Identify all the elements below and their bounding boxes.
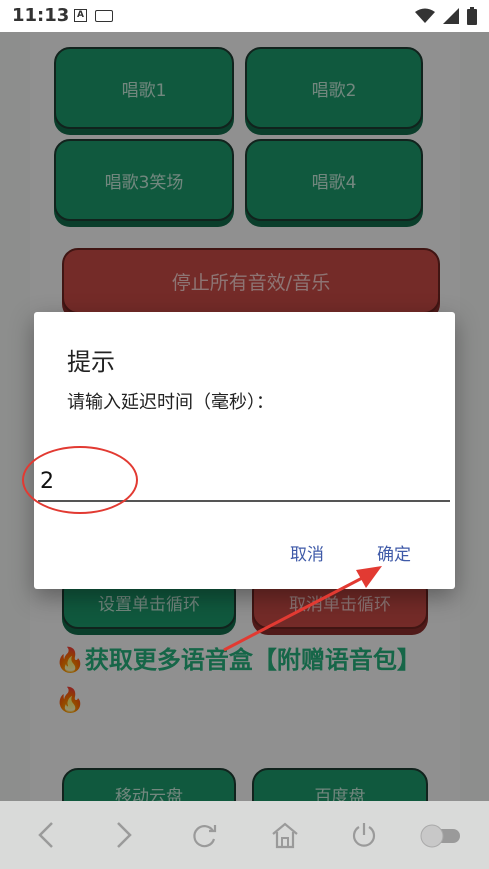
nav-bar: [0, 801, 489, 869]
refresh-icon[interactable]: [187, 817, 223, 853]
toggle-switch[interactable]: [418, 817, 462, 853]
keyboard-icon: [95, 9, 113, 22]
power-icon[interactable]: [346, 817, 382, 853]
wifi-icon: [415, 8, 435, 23]
forward-icon[interactable]: [106, 817, 142, 853]
home-icon[interactable]: [267, 817, 303, 853]
back-icon[interactable]: [28, 817, 64, 853]
highlight-circle: [22, 446, 138, 514]
dialog-message: 请输入延迟时间（毫秒）：: [67, 392, 274, 413]
status-time: 11:13: [12, 5, 70, 26]
signal-icon: [443, 8, 459, 24]
confirm-button[interactable]: 确定: [377, 540, 411, 565]
battery-icon: [467, 7, 477, 25]
a-notification-icon: A: [74, 9, 87, 22]
cancel-button[interactable]: 取消: [290, 540, 324, 565]
status-bar: 11:13 A: [0, 0, 489, 32]
dialog-title: 提示: [67, 348, 115, 376]
